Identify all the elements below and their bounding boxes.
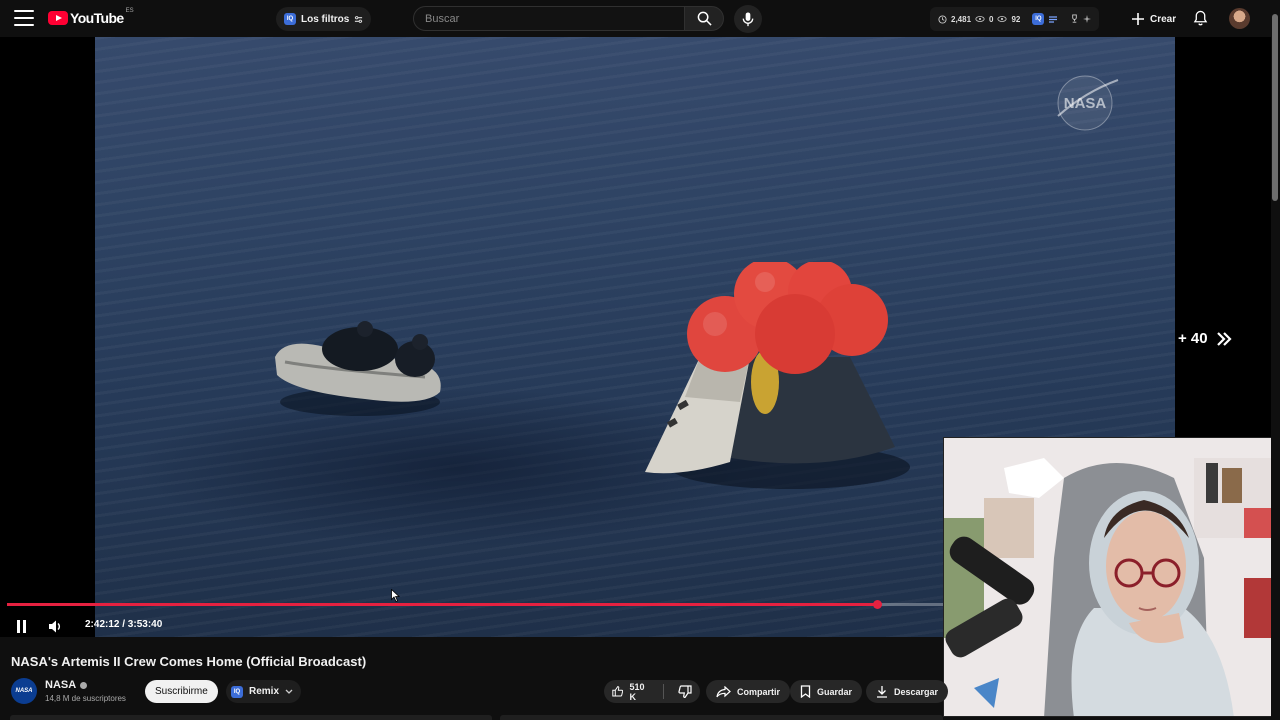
trophy-icon[interactable] <box>1070 14 1079 24</box>
menu-icon[interactable] <box>14 10 34 26</box>
thumbs-down-icon <box>678 685 692 698</box>
download-button[interactable]: Descargar <box>866 680 949 703</box>
remix-button[interactable]: IQ Remix <box>226 680 302 703</box>
remix-label: Remix <box>249 686 280 697</box>
notes-icon[interactable] <box>1048 15 1058 24</box>
like-divider <box>663 684 664 699</box>
chevron-down-icon[interactable] <box>285 689 293 695</box>
orion-capsule <box>645 262 910 489</box>
eye-icon <box>975 16 985 22</box>
youtube-logo[interactable]: YouTube ES <box>48 8 134 26</box>
verified-icon <box>80 681 88 689</box>
pause-button[interactable] <box>10 615 32 637</box>
filters-button[interactable]: IQ Los filtros <box>276 7 372 31</box>
like-count: 510 K <box>629 681 645 702</box>
create-button[interactable]: Crear <box>1122 7 1186 31</box>
download-label: Descargar <box>894 686 939 697</box>
below-content-strip <box>0 713 1271 720</box>
extension-icon: IQ <box>1032 13 1045 25</box>
video-title: NASA's Artemis II Crew Comes Home (Offic… <box>11 654 367 669</box>
skip-forward-button[interactable]: + 40 <box>1178 330 1232 347</box>
bookmark-icon <box>800 685 811 698</box>
volume-icon <box>49 620 60 632</box>
extension-icon: IQ <box>284 13 296 25</box>
progress-bar[interactable] <box>7 600 943 609</box>
search-button[interactable] <box>684 6 724 31</box>
mouse-cursor-icon <box>391 589 400 602</box>
plus-icon <box>1132 13 1144 25</box>
filter-settings-icon <box>355 15 363 23</box>
scrollbar-thumb[interactable] <box>1272 14 1278 201</box>
youtube-play-icon <box>48 11 68 25</box>
time-display: 2:42:12 / 3:53:40 <box>85 619 163 630</box>
eye-icon <box>997 16 1008 22</box>
volume-button[interactable] <box>44 615 66 637</box>
skip-forward-icon <box>1216 331 1232 346</box>
notifications-button[interactable] <box>1190 8 1210 28</box>
streamer-webcam <box>943 437 1280 717</box>
account-avatar[interactable] <box>1229 8 1250 29</box>
extension-stats[interactable]: 2,481 0 92 IQ <box>930 7 1100 31</box>
extension-icon: IQ <box>231 685 243 698</box>
share-button[interactable]: Compartir <box>706 680 791 703</box>
channel-name[interactable]: NASA <box>45 679 76 691</box>
thumbs-up-icon <box>612 686 624 697</box>
sparkle-icon[interactable] <box>1083 15 1092 23</box>
stat-views: 2,481 <box>951 14 972 24</box>
search-icon <box>697 11 712 26</box>
mic-icon <box>742 11 754 26</box>
share-icon <box>716 685 731 697</box>
nasa-watermark-text: NASA <box>1064 95 1107 112</box>
channel-avatar[interactable]: NASA <box>11 678 37 704</box>
voice-search-button[interactable] <box>734 5 762 33</box>
bell-icon <box>1193 10 1207 26</box>
logo-text: YouTube <box>70 10 124 26</box>
top-bar: YouTube ES IQ Los filtros Buscar 2,481 0… <box>0 0 1280 37</box>
logo-country: ES <box>125 8 134 14</box>
search-input[interactable]: Buscar <box>413 6 685 31</box>
save-label: Guardar <box>817 686 853 697</box>
pause-icon <box>16 619 26 633</box>
like-button[interactable]: 510 K <box>604 680 657 703</box>
save-button[interactable]: Guardar <box>790 680 863 703</box>
like-dislike-group: 510 K <box>604 680 700 703</box>
skip-label: + 40 <box>1178 330 1208 347</box>
subscriber-count: 14,8 M de suscriptores <box>45 694 126 703</box>
stat-visible: 92 <box>1011 14 1021 24</box>
search-placeholder: Buscar <box>425 12 460 25</box>
filters-label: Los filtros <box>301 13 350 25</box>
download-icon <box>877 686 887 698</box>
dislike-button[interactable] <box>670 680 700 703</box>
progress-played <box>7 603 878 606</box>
webcam-feed <box>944 438 1279 716</box>
clock-icon <box>938 14 947 24</box>
channel-name-row[interactable]: NASA <box>45 679 88 691</box>
share-label: Compartir <box>737 686 781 697</box>
create-label: Crear <box>1150 13 1177 25</box>
recovery-raft <box>275 321 441 416</box>
stat-watching: 0 <box>989 14 994 24</box>
subscribe-button[interactable]: Suscribirme <box>145 680 218 703</box>
nasa-watermark: NASA <box>1057 75 1119 131</box>
